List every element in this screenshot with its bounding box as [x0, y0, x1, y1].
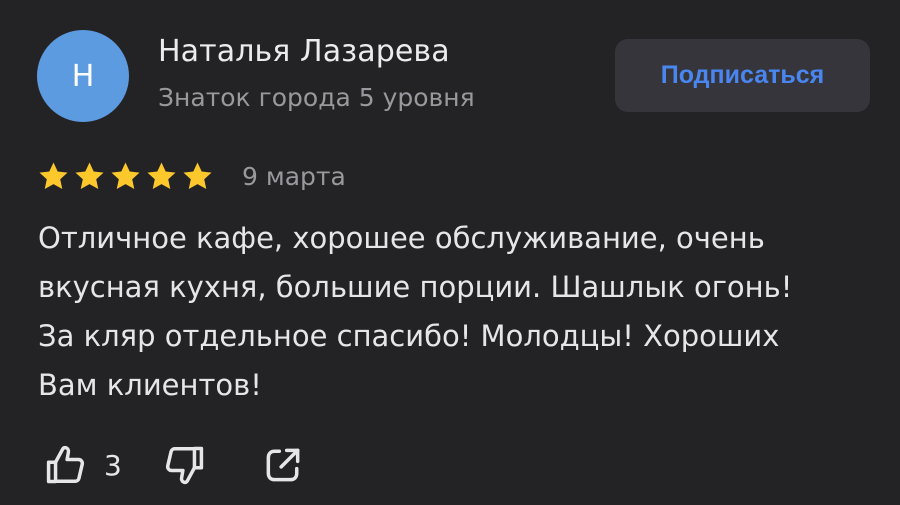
author-name[interactable]: Наталья Лазарева [158, 34, 450, 69]
thumbs-down-icon [165, 446, 203, 485]
star-icon [111, 161, 140, 189]
like-button[interactable]: 3 [44, 443, 122, 487]
avatar-initial: Н [71, 58, 95, 94]
avatar[interactable]: Н [37, 30, 129, 122]
review-text-line: Вам клиентов! [38, 368, 262, 402]
star-icon [75, 161, 104, 189]
review-text-line: вкусная кухня, большие порции. Шашлык ог… [38, 270, 793, 304]
review-date: 9 марта [242, 161, 346, 191]
review-text-line: За кляр отдельное спасибо! Молодцы! Хоро… [38, 319, 780, 353]
like-count: 3 [104, 448, 122, 482]
star-icon [39, 161, 68, 189]
star-icon [183, 161, 212, 189]
review-text-line: Отличное кафе, хорошее обслуживание, оче… [38, 221, 765, 255]
author-level: Знаток города 5 уровня [158, 83, 475, 112]
thumbs-up-icon [46, 445, 85, 484]
share-button[interactable] [261, 443, 305, 487]
review-card: Н Наталья Лазарева Знаток города 5 уровн… [0, 0, 900, 505]
review-actions: 3 [44, 438, 305, 492]
subscribe-button[interactable]: Подписаться [615, 39, 870, 112]
review-text: Отличное кафе, хорошее обслуживание, оче… [38, 214, 883, 410]
rating-row: 9 марта [37, 153, 346, 199]
dislike-button[interactable] [162, 443, 206, 487]
star-rating [37, 160, 214, 193]
share-icon [266, 448, 300, 482]
star-icon [147, 161, 176, 189]
